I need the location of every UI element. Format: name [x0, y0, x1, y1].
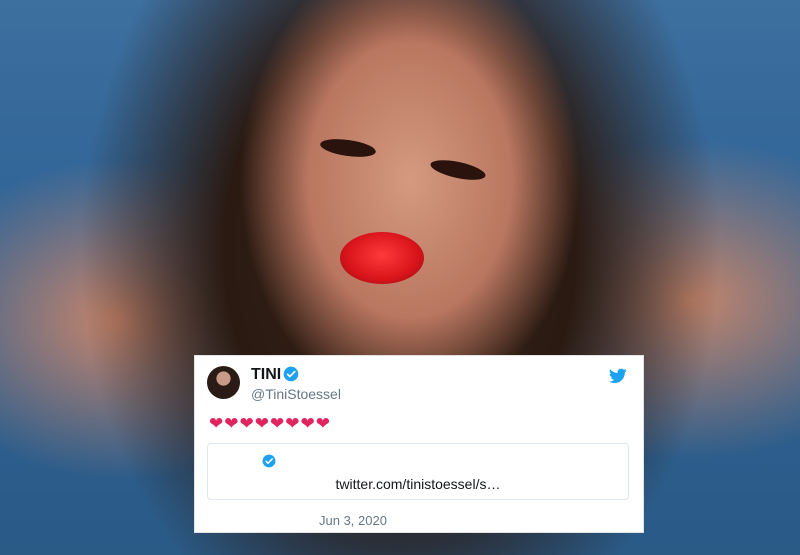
- handle[interactable]: @TiniStoessel: [251, 386, 341, 402]
- verified-badge-icon: [283, 366, 299, 382]
- photo-lips: [340, 232, 424, 284]
- tweet-text: ❤❤❤❤❤❤❤❤: [209, 414, 331, 434]
- avatar[interactable]: [207, 366, 240, 399]
- twitter-bird-icon[interactable]: [609, 368, 627, 384]
- card-link-text[interactable]: twitter.com/tinistoessel/s…: [208, 476, 628, 492]
- embedded-tweet[interactable]: TINI @TiniStoessel ❤❤❤❤❤❤❤❤ twitter.com/…: [194, 355, 644, 533]
- photo-eye-right: [428, 156, 488, 184]
- verified-badge-icon: [262, 454, 276, 468]
- photo-eye-left: [319, 136, 377, 160]
- tweet-date[interactable]: Jun 3, 2020: [319, 513, 387, 528]
- display-name[interactable]: TINI: [251, 366, 281, 384]
- link-card[interactable]: twitter.com/tinistoessel/s…: [207, 443, 629, 500]
